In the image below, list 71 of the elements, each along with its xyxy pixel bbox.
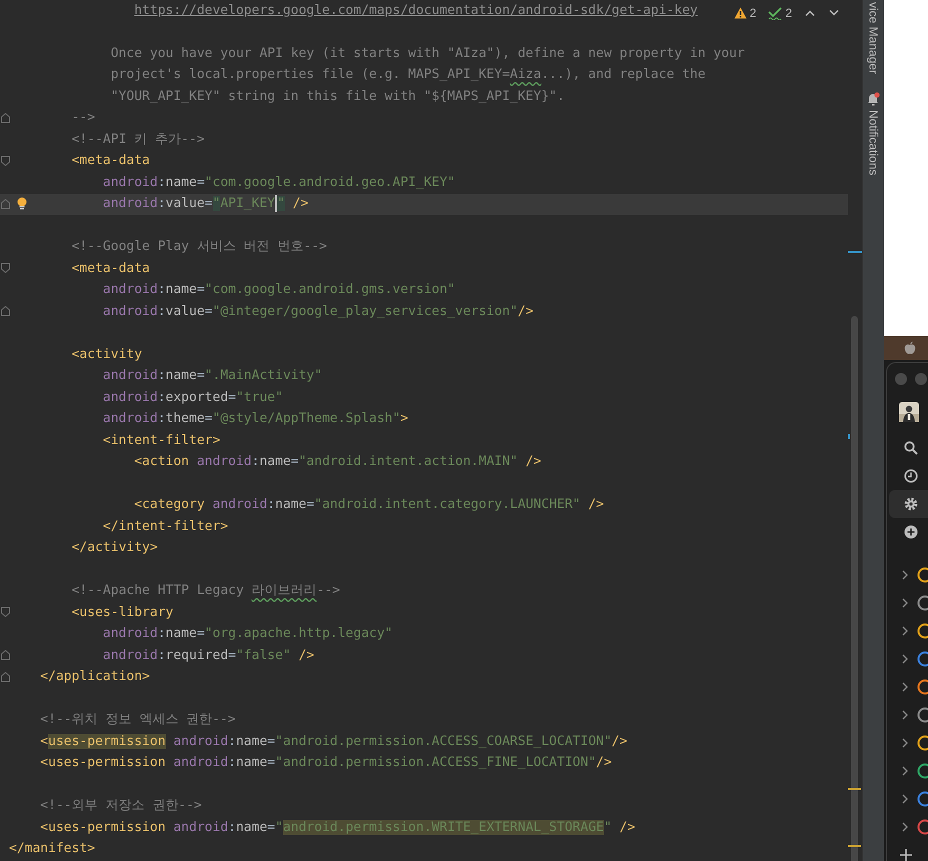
- code-line: android:name="com.google.android.geo.API_KEY": [102, 174, 456, 190]
- code-line: </manifest>: [9, 841, 96, 856]
- fold-marker-icon[interactable]: [1, 306, 10, 316]
- code-line: <!--Google Play 서비스 버전 번호-->: [72, 239, 327, 254]
- code-line: -->: [72, 110, 96, 126]
- fold-marker-icon[interactable]: [1, 112, 10, 122]
- code-line: <category android:name="android.intent.category.LAUNCHER" />: [134, 497, 604, 512]
- chevron-icon[interactable]: [901, 598, 909, 608]
- tool-window-button[interactable]: Notifications: [866, 92, 880, 176]
- chevron-icon[interactable]: [901, 794, 909, 804]
- check-icon: [768, 6, 782, 20]
- apple-icon[interactable]: [904, 341, 916, 355]
- add-icon: [904, 525, 918, 539]
- fold-marker-icon[interactable]: [1, 198, 10, 208]
- chevron-icon[interactable]: [901, 710, 909, 720]
- chevron-icon[interactable]: [901, 682, 909, 692]
- code-line: <!--외부 저장소 권한-->: [40, 798, 202, 814]
- scrollbar-thumb[interactable]: [851, 316, 858, 861]
- inspection-button[interactable]: 2: [766, 5, 794, 21]
- code-line: <uses-permission android:name="android.permission.ACCESS_FINE_LOCATION"/>: [40, 755, 612, 770]
- code-line: <activity: [72, 346, 142, 362]
- link[interactable]: https://developers.google.com/maps/documentation/android-sdk/get-api-key: [134, 2, 698, 18]
- code-line: </intent-filter>: [102, 518, 228, 534]
- stripe-marker[interactable]: [848, 788, 861, 790]
- fold-marker-icon[interactable]: [1, 650, 10, 660]
- code-line: </application>: [40, 669, 150, 684]
- code-line: android:name="com.google.android.gms.version": [102, 282, 456, 298]
- chevron-icon[interactable]: [901, 626, 909, 636]
- code-line: <!--위치 정보 엑세스 권한-->: [40, 712, 236, 728]
- code-line: <meta-data: [72, 260, 150, 276]
- code-line: android:required="false" />: [102, 648, 314, 663]
- code-line: </activity>: [72, 540, 158, 556]
- settings-icon: [904, 497, 918, 511]
- chevron-icon[interactable]: [901, 654, 909, 664]
- code-line: android:value="API_KEY" />: [102, 196, 308, 212]
- code-line: android:theme="@style/AppTheme.Splash">: [102, 411, 408, 426]
- code-line: <meta-data: [72, 153, 150, 168]
- plus-icon[interactable]: [900, 849, 912, 861]
- code-line: android:value="@integer/google_play_services_version"/>: [102, 304, 534, 319]
- chevron-down-icon[interactable]: [829, 10, 839, 16]
- code-line: <uses-permission android:name="android.permission.ACCESS_COARSE_LOCATION"/>: [40, 734, 628, 749]
- chevron-icon[interactable]: [901, 570, 909, 580]
- fold-marker-icon[interactable]: [1, 672, 10, 682]
- code-line: <intent-filter>: [102, 432, 220, 448]
- code-line: android:name=".MainActivity": [102, 368, 322, 384]
- tool-window-button[interactable]: vice Manager: [866, 2, 880, 74]
- chevron-icon[interactable]: [901, 738, 909, 748]
- menu-item[interactable]: [889, 490, 928, 518]
- fold-marker-icon[interactable]: [1, 607, 10, 617]
- inspection-button[interactable]: 2: [732, 5, 758, 21]
- code-line: <!--Apache HTTP Legacy 라이브러리-->: [72, 583, 340, 598]
- fold-marker-icon[interactable]: [1, 263, 10, 273]
- code-line: <action android:name="android.intent.action.MAIN" />: [134, 454, 542, 470]
- code-line: <!--API 키 추가-->: [72, 132, 205, 147]
- chevron-up-icon[interactable]: [805, 10, 815, 16]
- code-line: android:name="org.apache.http.legacy": [102, 626, 393, 642]
- code-line: "YOUR_API_KEY" string in this file with "${MAPS_API_KEY}".: [110, 88, 565, 104]
- fold-marker-icon[interactable]: [1, 156, 10, 166]
- code-line: Once you have your API key (it starts with "AIza"), define a new property in your: [110, 46, 745, 61]
- code-line: project's local.properties file (e.g. MAPS_API_KEY=Aiza...), and replace the: [110, 67, 706, 82]
- code-line: <uses-library: [72, 604, 174, 620]
- code-line: <uses-permission android:name="android.permission.WRITE_EXTERNAL_STORAGE" />: [40, 820, 636, 835]
- stripe-marker[interactable]: [848, 845, 861, 847]
- code-line: android:exported="true": [102, 390, 283, 405]
- search-icon: [904, 441, 918, 455]
- stripe-marker[interactable]: [848, 434, 850, 439]
- lightbulb-icon[interactable]: [17, 196, 27, 210]
- chevron-icon[interactable]: [901, 766, 909, 776]
- stripe-marker[interactable]: [848, 251, 862, 253]
- clock-icon: [904, 469, 918, 483]
- chevron-icon[interactable]: [901, 822, 909, 832]
